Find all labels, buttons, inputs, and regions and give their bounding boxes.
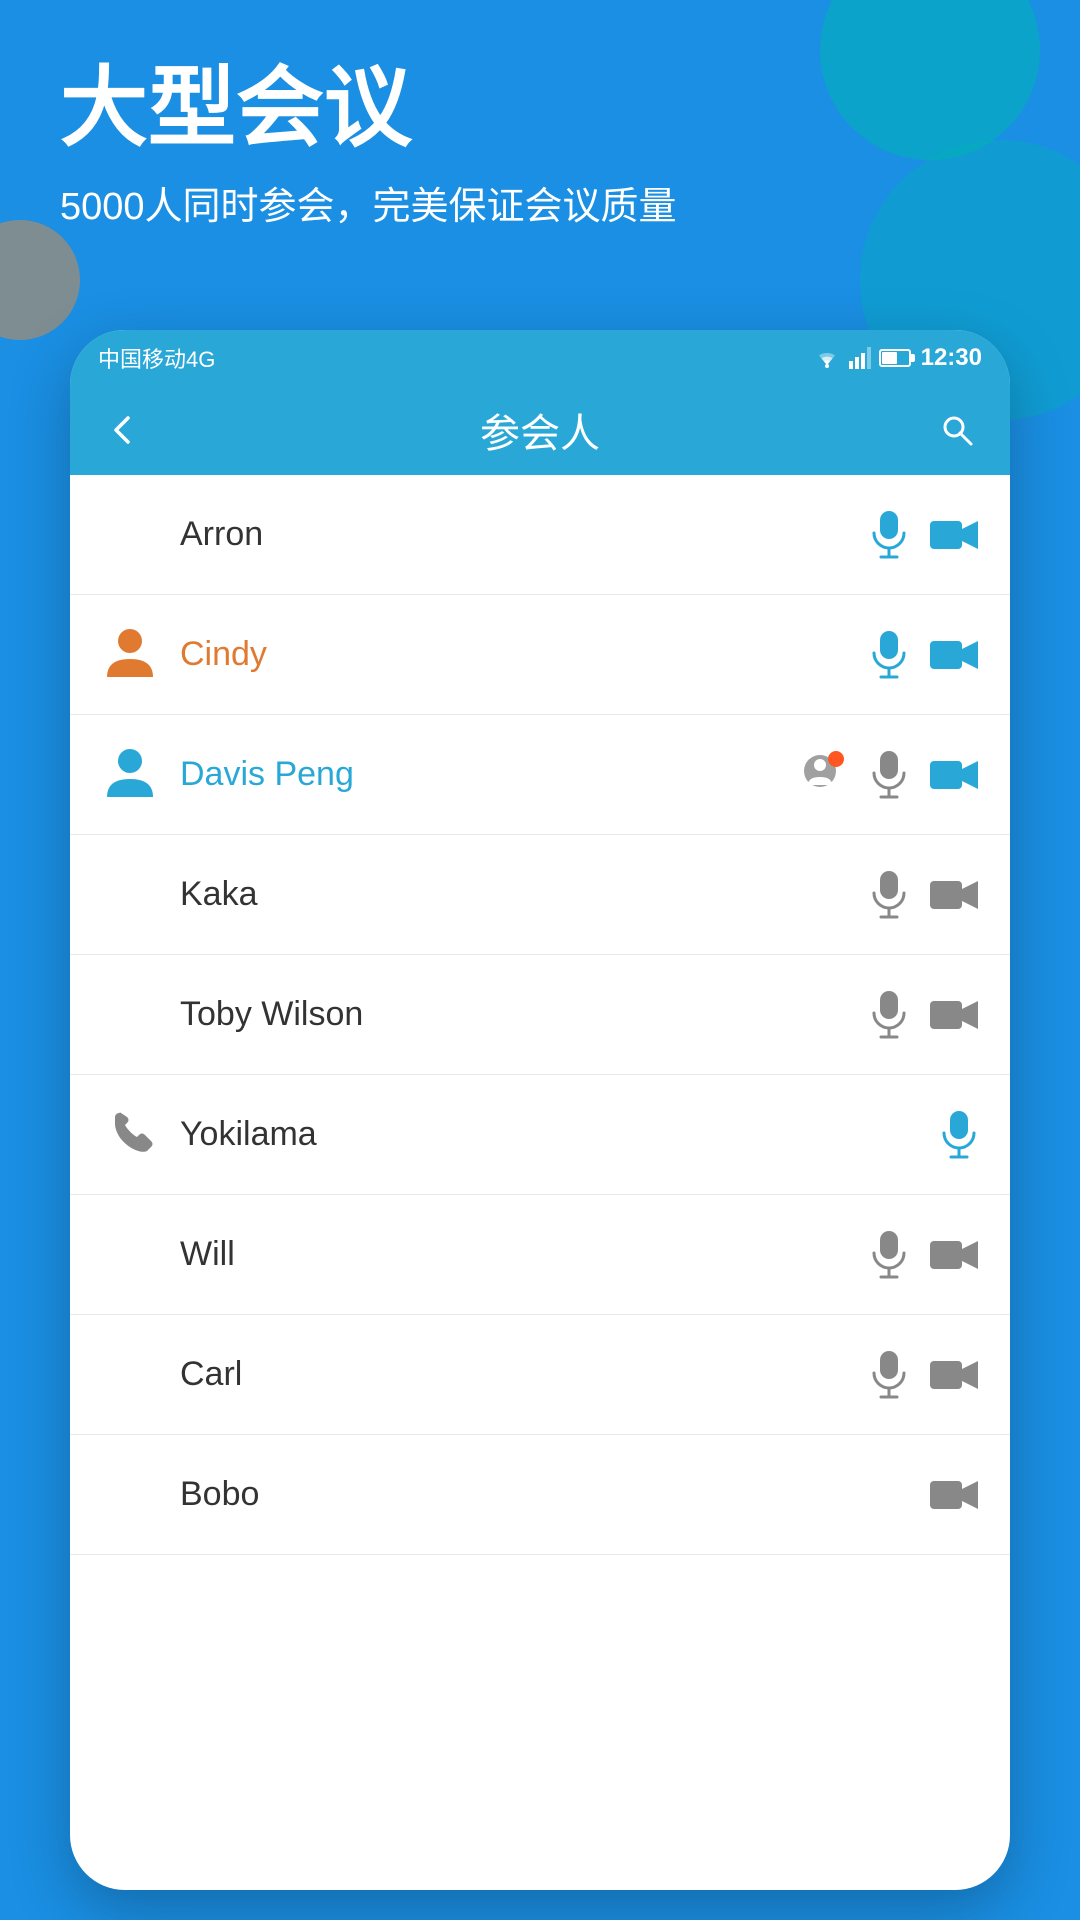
participant-icons xyxy=(868,989,980,1041)
participant-name: Davis Peng xyxy=(180,755,798,794)
signal-icon xyxy=(849,347,871,369)
participant-icons xyxy=(868,509,980,561)
participant-icons xyxy=(868,1349,980,1401)
participant-icons xyxy=(868,629,980,681)
list-item[interactable]: Yokilama xyxy=(70,1075,1010,1195)
mic-icon xyxy=(868,629,910,681)
phone-mockup: 中国移动4G xyxy=(70,330,1010,1890)
carrier-text: 中国移动4G xyxy=(98,342,215,374)
avatar-phone xyxy=(103,1105,158,1165)
avatar-empty xyxy=(100,505,160,565)
battery-icon xyxy=(879,349,911,367)
participant-name: Yokilama xyxy=(180,1115,938,1154)
video-icon xyxy=(928,1235,980,1275)
participant-icons xyxy=(868,869,980,921)
video-icon xyxy=(928,1475,980,1515)
participant-list: Arron Cindy Davis Peng xyxy=(70,475,1010,1555)
avatar-empty xyxy=(100,985,160,1045)
list-item[interactable]: Arron xyxy=(70,475,1010,595)
header-title: 大型会议 xyxy=(60,60,677,157)
list-item[interactable]: Cindy xyxy=(70,595,1010,715)
raise-hand-icon xyxy=(798,749,850,801)
avatar-empty xyxy=(100,1225,160,1285)
mic-icon xyxy=(868,749,910,801)
video-icon xyxy=(928,995,980,1035)
avatar-empty xyxy=(100,1345,160,1405)
bg-circle-top-right xyxy=(820,0,1040,160)
participant-icons xyxy=(928,1475,980,1515)
mic-icon xyxy=(868,509,910,561)
header-subtitle: 5000人同时参会，完美保证会议质量 xyxy=(60,175,677,230)
participant-name: Toby Wilson xyxy=(180,995,868,1034)
app-bar-title: 参会人 xyxy=(168,401,912,459)
list-item[interactable]: Will xyxy=(70,1195,1010,1315)
video-icon xyxy=(928,875,980,915)
list-item[interactable]: Toby Wilson xyxy=(70,955,1010,1075)
back-button[interactable] xyxy=(98,405,148,455)
video-icon xyxy=(928,515,980,555)
participant-icons xyxy=(868,1229,980,1281)
status-right: 12:30 xyxy=(813,344,982,372)
participant-icons xyxy=(798,749,980,801)
avatar-online xyxy=(100,745,160,805)
avatar-host xyxy=(100,625,160,685)
list-item[interactable]: Carl xyxy=(70,1315,1010,1435)
participant-name: Carl xyxy=(180,1355,868,1394)
participant-icons xyxy=(938,1109,980,1161)
list-item[interactable]: Bobo xyxy=(70,1435,1010,1555)
list-item[interactable]: Davis Peng xyxy=(70,715,1010,835)
video-icon xyxy=(928,635,980,675)
mic-icon xyxy=(868,1229,910,1281)
wifi-icon xyxy=(813,347,841,369)
header-section: 大型会议 5000人同时参会，完美保证会议质量 xyxy=(60,60,677,230)
app-bar: 参会人 xyxy=(70,385,1010,475)
avatar-empty xyxy=(100,1465,160,1525)
video-icon xyxy=(928,1355,980,1395)
participant-name: Bobo xyxy=(180,1475,928,1514)
participant-name: Cindy xyxy=(180,635,868,674)
bg-circle-left xyxy=(0,220,80,340)
mic-icon xyxy=(868,989,910,1041)
list-item[interactable]: Kaka xyxy=(70,835,1010,955)
participant-name: Arron xyxy=(180,515,868,554)
mic-icon xyxy=(868,869,910,921)
avatar-person-online xyxy=(103,745,158,805)
avatar-empty xyxy=(100,865,160,925)
mic-icon xyxy=(938,1109,980,1161)
avatar-person-host xyxy=(103,625,158,685)
participant-name: Will xyxy=(180,1235,868,1274)
status-icons xyxy=(813,347,911,369)
video-icon xyxy=(928,755,980,795)
search-button[interactable] xyxy=(932,405,982,455)
status-bar: 中国移动4G xyxy=(70,330,1010,385)
participant-name: Kaka xyxy=(180,875,868,914)
mic-icon xyxy=(868,1349,910,1401)
avatar-phone xyxy=(100,1105,160,1165)
status-time: 12:30 xyxy=(921,344,982,372)
